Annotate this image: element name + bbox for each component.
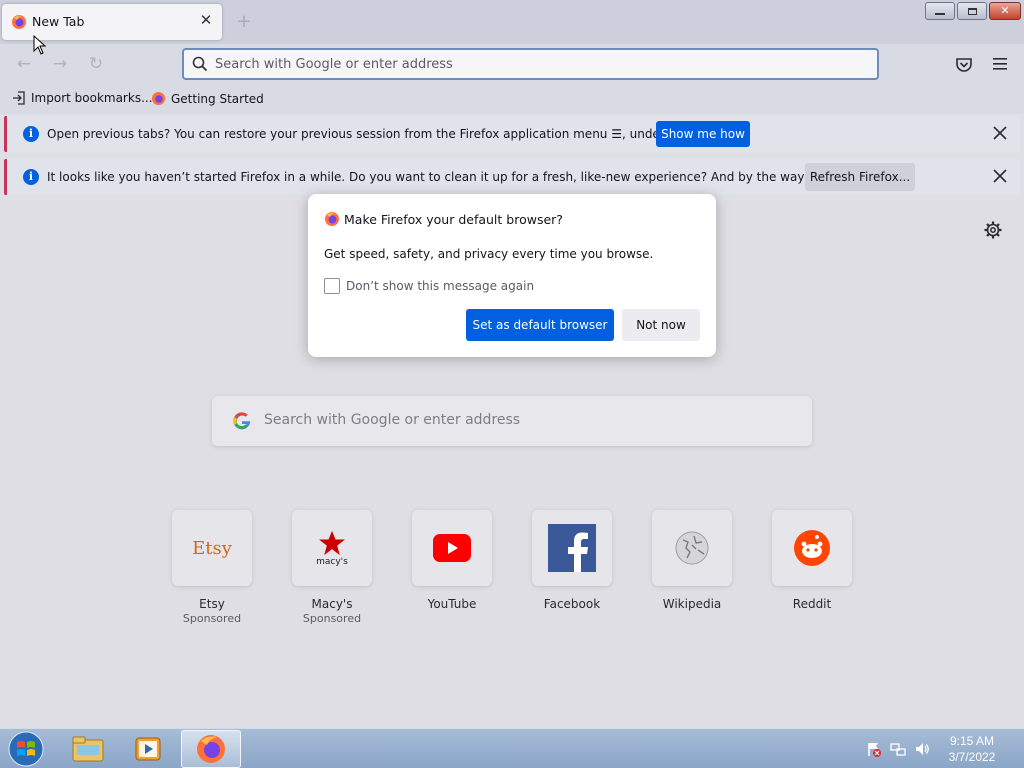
not-now-button[interactable]: Not now — [622, 309, 700, 341]
top-site-etsy[interactable]: Etsy Etsy Sponsored — [172, 510, 252, 625]
facebook-icon — [548, 524, 596, 572]
reddit-icon — [794, 530, 830, 566]
bookmark-getting-started[interactable]: Getting Started — [151, 91, 264, 106]
youtube-icon — [433, 534, 471, 562]
dialog-body: Get speed, safety, and privacy every tim… — [324, 247, 654, 261]
top-site-name: Macy's — [311, 597, 353, 611]
notification-message: It looks like you haven’t started Firefo… — [47, 170, 903, 184]
windows-taskbar: 9:15 AM 3/7/2022 — [0, 728, 1024, 768]
search-icon — [192, 56, 208, 72]
top-site-name: Etsy — [199, 597, 225, 611]
default-browser-dialog: Make Firefox your default browser? Get s… — [308, 194, 716, 357]
volume-icon[interactable] — [914, 741, 930, 757]
tab-title: New Tab — [32, 14, 85, 29]
address-bar[interactable] — [182, 48, 879, 80]
pocket-icon[interactable] — [955, 56, 973, 74]
close-icon[interactable] — [992, 168, 1008, 184]
sponsored-label: Sponsored — [182, 612, 242, 625]
bookmarks-toolbar: Import bookmarks... Getting Started — [0, 84, 1024, 114]
forward-icon[interactable]: → — [50, 54, 70, 74]
network-icon[interactable] — [890, 741, 906, 757]
top-site-youtube[interactable]: YouTube — [412, 510, 492, 611]
macys-logo: macy's — [316, 556, 348, 567]
action-center-flag-icon[interactable] — [866, 741, 882, 757]
close-tab-icon[interactable]: ✕ — [198, 12, 214, 28]
back-icon[interactable]: ← — [14, 54, 34, 74]
refresh-firefox-notification: i It looks like you haven’t started Fire… — [4, 159, 1020, 195]
top-site-tile: macy's — [292, 510, 372, 586]
top-site-tile — [652, 510, 732, 586]
minimize-button[interactable] — [925, 2, 955, 20]
top-site-reddit[interactable]: Reddit — [772, 510, 852, 611]
top-site-tile — [412, 510, 492, 586]
top-site-tile: Etsy — [172, 510, 252, 586]
set-default-browser-button[interactable]: Set as default browser — [466, 309, 614, 341]
close-icon[interactable] — [992, 125, 1008, 141]
firefox-icon — [12, 15, 26, 29]
info-icon: i — [23, 169, 39, 185]
notification-message: Open previous tabs? You can restore your… — [47, 127, 714, 141]
info-icon: i — [23, 126, 39, 142]
dont-show-again-checkbox[interactable] — [324, 278, 340, 294]
top-site-wikipedia[interactable]: Wikipedia — [652, 510, 732, 611]
top-site-facebook[interactable]: Facebook — [532, 510, 612, 611]
dont-show-again-label[interactable]: Don’t show this message again — [346, 279, 534, 293]
close-window-button[interactable]: ✕ — [989, 2, 1021, 20]
sponsored-label: Sponsored — [302, 612, 362, 625]
new-tab-button[interactable]: + — [234, 12, 254, 32]
clock-date: 3/7/2022 — [948, 750, 996, 764]
content-search-placeholder: Search with Google or enter address — [264, 412, 521, 428]
gear-icon[interactable] — [984, 221, 1002, 239]
restore-session-notification: i Open previous tabs? You can restore yo… — [4, 116, 1020, 152]
firefox-icon — [151, 91, 166, 106]
wikipedia-icon — [675, 531, 709, 565]
top-site-name: Wikipedia — [662, 597, 722, 611]
top-site-name: YouTube — [427, 597, 477, 611]
reload-icon[interactable]: ↻ — [86, 54, 106, 74]
show-me-how-button[interactable]: Show me how — [656, 121, 750, 147]
address-input[interactable] — [215, 54, 855, 74]
bookmark-label: Getting Started — [171, 91, 264, 106]
system-clock[interactable]: 9:15 AM 3/7/2022 — [940, 733, 1004, 765]
import-icon — [13, 91, 25, 105]
hamburger-menu-icon[interactable] — [992, 57, 1008, 71]
mouse-cursor-icon — [33, 35, 47, 55]
bookmark-label: Import bookmarks... — [31, 91, 153, 105]
navigation-toolbar: ← → ↻ — [0, 44, 1024, 84]
top-site-name: Reddit — [792, 597, 832, 611]
clock-time: 9:15 AM — [949, 734, 995, 748]
top-site-macys[interactable]: macy's Macy's Sponsored — [292, 510, 372, 625]
window-controls: ✕ — [925, 2, 1021, 20]
macys-star-icon — [319, 530, 345, 555]
top-site-tile — [532, 510, 612, 586]
firefox-icon — [325, 212, 339, 226]
content-search-box[interactable]: Search with Google or enter address — [212, 396, 812, 446]
top-site-tile — [772, 510, 852, 586]
tab-strip: New Tab ✕ + ✕ — [0, 0, 1024, 44]
bookmark-import[interactable]: Import bookmarks... — [12, 91, 153, 105]
etsy-logo: Etsy — [192, 537, 232, 559]
dialog-title: Make Firefox your default browser? — [344, 212, 563, 227]
refresh-firefox-button[interactable]: Refresh Firefox... — [805, 163, 915, 191]
restore-button[interactable] — [957, 2, 987, 20]
system-tray: 9:15 AM 3/7/2022 — [0, 729, 1024, 768]
top-site-name: Facebook — [543, 597, 601, 611]
google-icon — [233, 412, 251, 430]
